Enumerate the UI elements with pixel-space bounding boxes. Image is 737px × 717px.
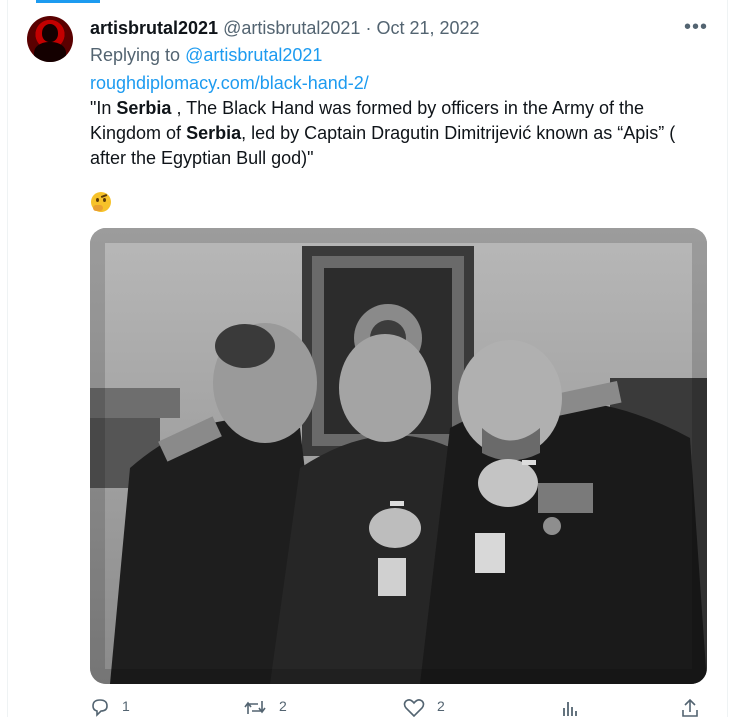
reply-count: 1 (122, 698, 130, 714)
avatar-figure-shoulders (34, 42, 66, 62)
display-name[interactable]: artisbrutal2021 (90, 18, 218, 38)
bold-word: Serbia (116, 98, 172, 118)
share-button[interactable] (680, 698, 700, 717)
timeline-border-right (727, 0, 728, 717)
retweet-count: 2 (279, 698, 287, 714)
heart-icon (403, 699, 425, 717)
retweet-button[interactable]: 2 (243, 698, 287, 717)
share-icon (682, 698, 698, 717)
tweet-link[interactable]: roughdiplomacy.com/black-hand-2/ (90, 73, 369, 93)
header-separator: · (365, 18, 372, 38)
tweet-date[interactable]: Oct 21, 2022 (376, 18, 479, 38)
thinking-face-emoji (91, 192, 111, 212)
top-accent-bar (36, 0, 100, 3)
reply-icon (92, 699, 108, 717)
replying-to-mention[interactable]: @artisbrutal2021 (185, 45, 322, 65)
reply-button[interactable]: 1 (90, 698, 130, 717)
replying-to-line: Replying to @artisbrutal2021 (90, 44, 322, 66)
user-handle[interactable]: @artisbrutal2021 (223, 18, 360, 38)
like-count: 2 (437, 698, 445, 714)
more-horizontal-icon: ••• (684, 16, 709, 38)
timeline-border-left (7, 0, 8, 717)
text-segment: "In (90, 98, 117, 118)
like-button[interactable]: 2 (403, 698, 445, 717)
avatar-figure-head (42, 24, 58, 42)
retweet-icon (244, 701, 266, 714)
more-options-button[interactable]: ••• (684, 16, 708, 39)
tweet-body: "In Serbia , The Black Hand was formed b… (90, 96, 710, 171)
views-button[interactable] (560, 698, 592, 717)
tweet-header: artisbrutal2021 @artisbrutal2021 · Oct 2… (90, 17, 480, 39)
historical-photo-illustration (90, 228, 707, 684)
bold-word: Serbia (186, 123, 242, 143)
replying-prefix: Replying to (90, 45, 181, 65)
tweet-photo[interactable] (90, 228, 707, 684)
tweet-actions-bar: 1 2 2 (90, 698, 710, 717)
avatar[interactable] (27, 16, 73, 62)
tweet-text: roughdiplomacy.com/black-hand-2/ "In Ser… (90, 71, 710, 171)
views-chart-icon (563, 702, 577, 716)
